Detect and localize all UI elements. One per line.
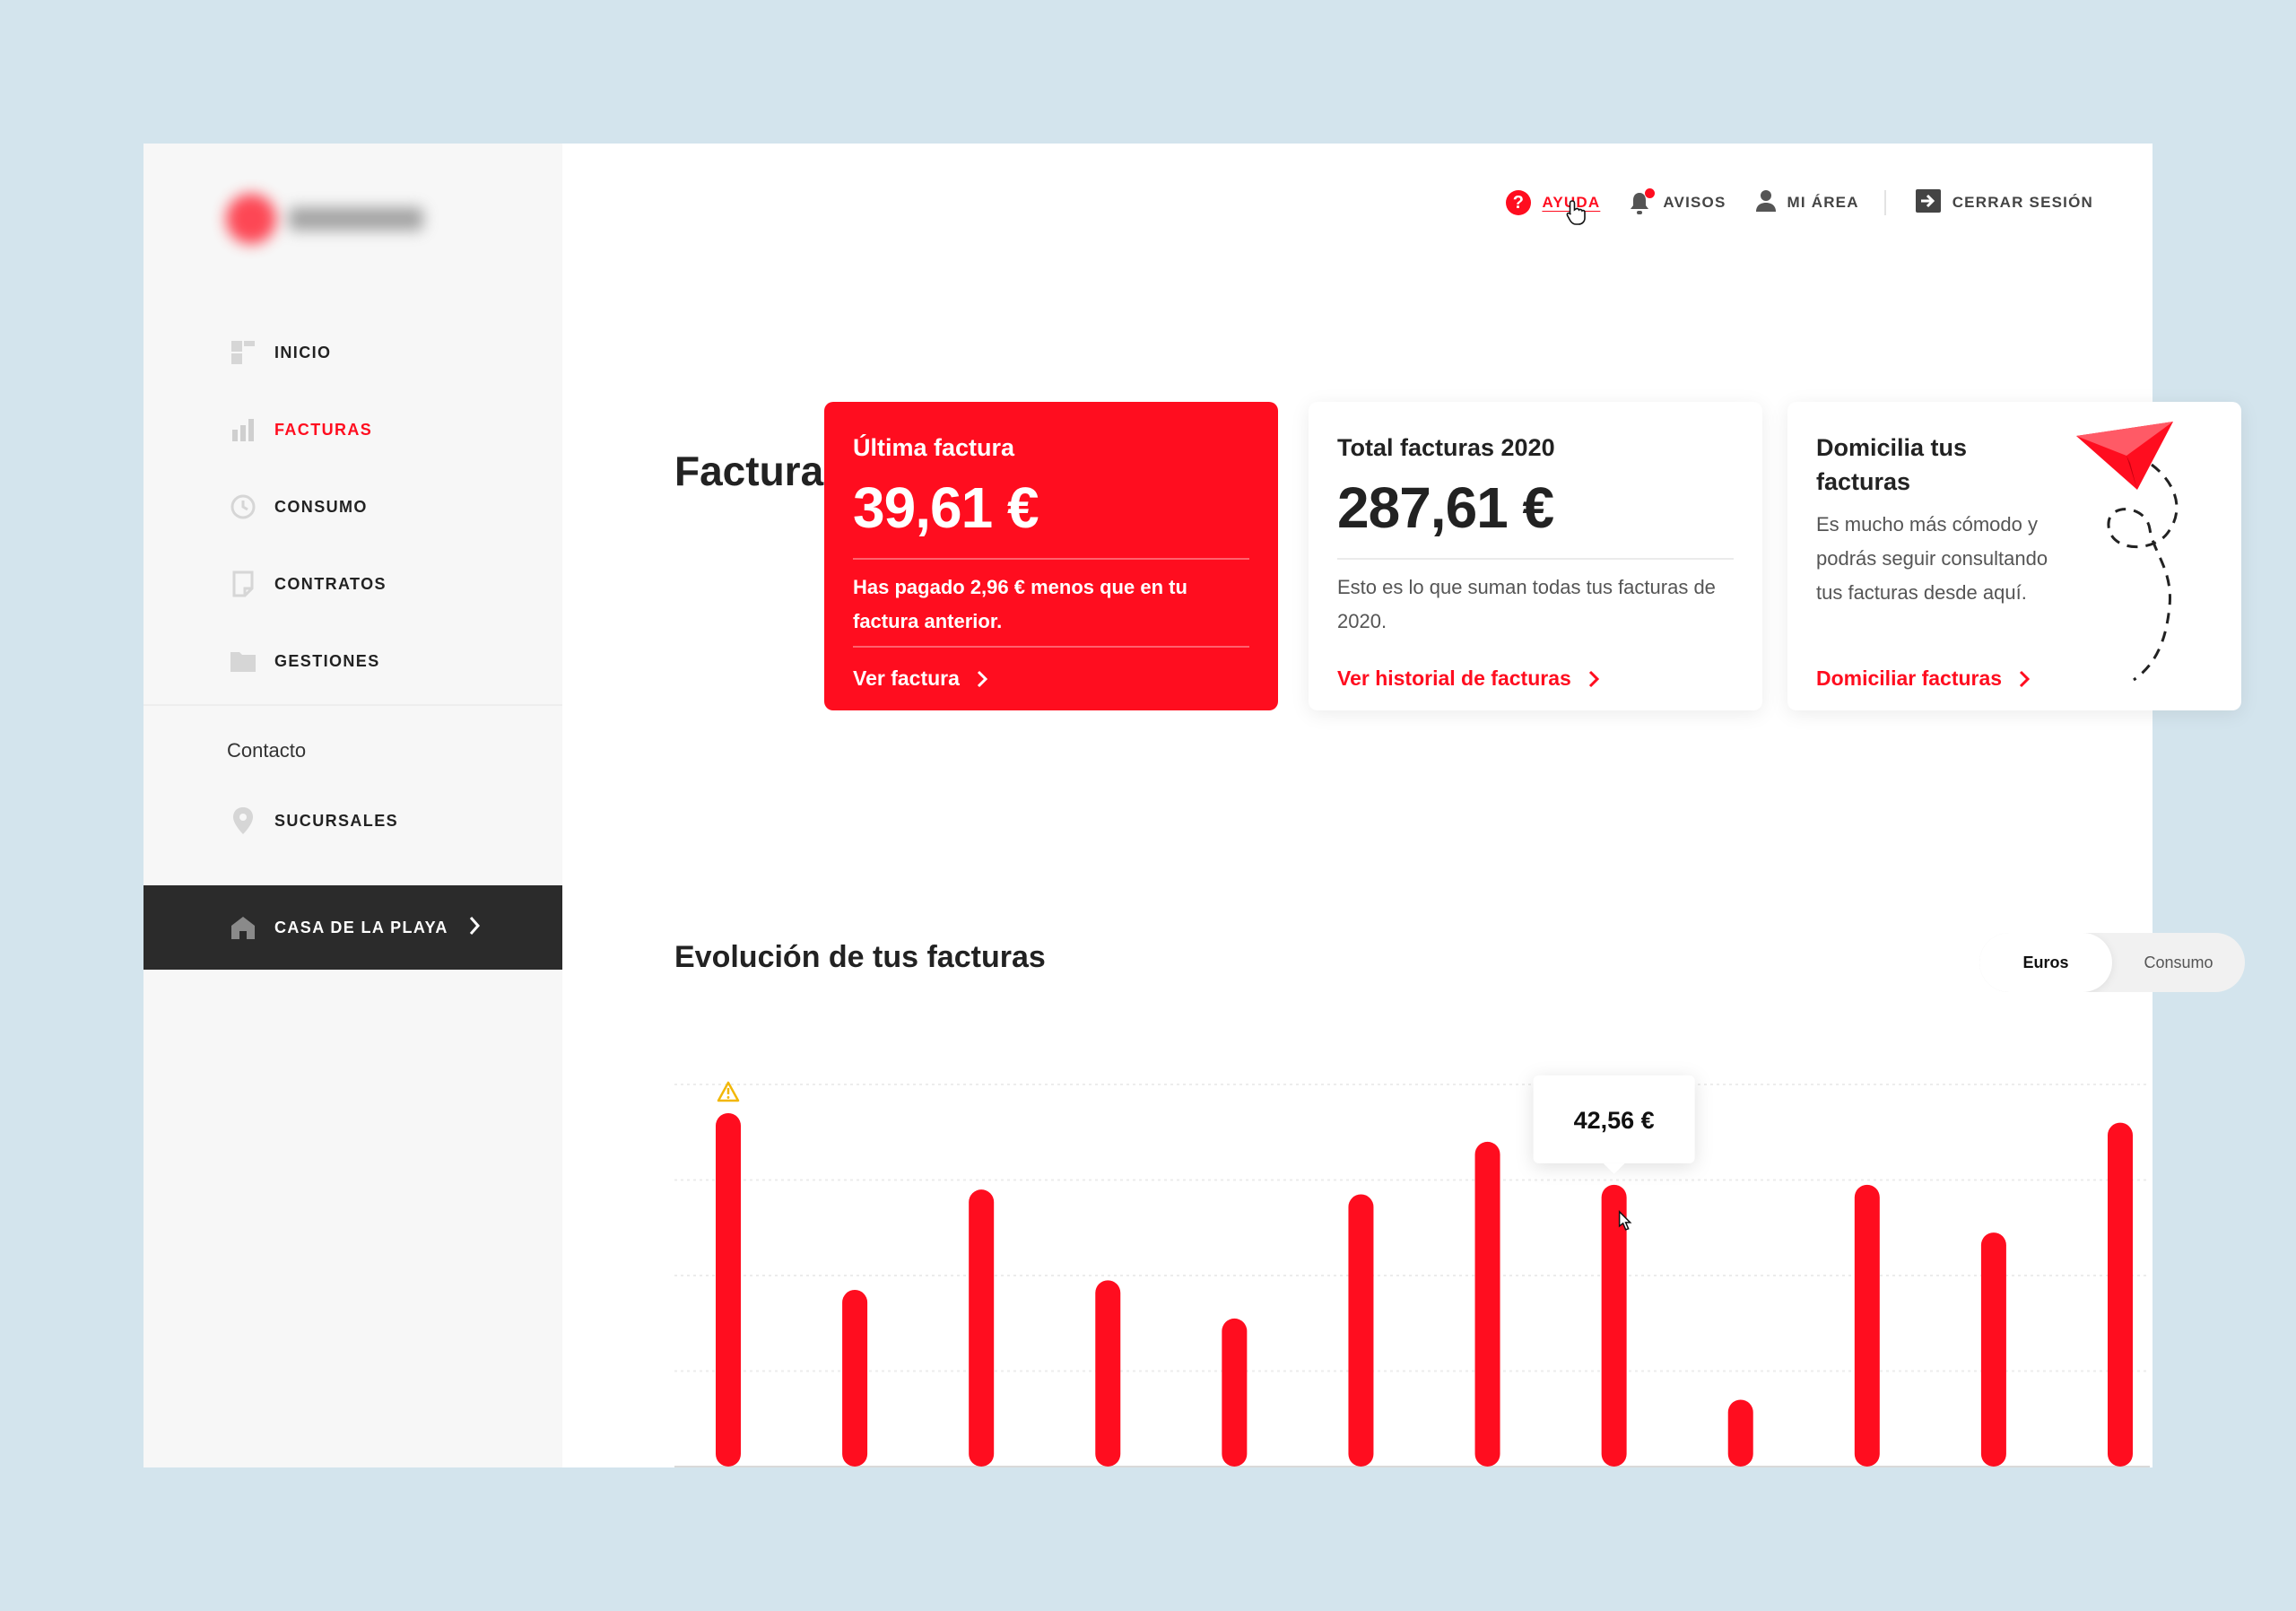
card-divider [853,646,1249,648]
app-window: INICIO FACTURAS CONSUMO CONTRATOS GESTIO… [144,144,2245,1467]
invoices-bar-chart: 20 €40 €60 €80 €EneFebMarAbrMayJunJulAgo… [674,1075,2150,1467]
my-area-link[interactable]: MI ÁREA [1755,189,1859,217]
direct-debit-link[interactable]: Domiciliar facturas [1816,666,2031,691]
property-name: CASA DE LA PLAYA [274,918,448,936]
card-description: Es mucho más cómodo y podrás seguir cons… [1816,513,2048,604]
tooltip-value: 42,56 € [1574,1107,1655,1134]
card-description: Has pagado 2,96 € menos que en tu factur… [853,570,1249,639]
clock-icon [230,493,257,520]
hand-cursor-icon [1566,200,1587,225]
consumo-toggle-button[interactable]: Consumo [2112,933,2245,992]
direct-debit-card: Domicilia tus facturas Es mucho más cómo… [1787,402,2241,710]
folder-icon [230,648,257,675]
bell-icon [1629,188,1656,215]
nav-label: CONTRATOS [274,574,387,593]
chevron-right-icon [977,670,988,687]
logo-wordmark [289,207,423,231]
bar-nov[interactable] [1980,1232,2006,1467]
contact-heading: Contacto [227,739,307,762]
nav-label: INICIO [274,343,332,361]
tooltip-box [1533,1075,1695,1163]
chart-section-title: Evolución de tus facturas [674,940,1046,974]
location-pin-icon [230,807,257,834]
main-nav: INICIO FACTURAS CONSUMO CONTRATOS GESTIO… [230,314,387,700]
user-icon [1755,189,1777,217]
card-amount: 39,61 € [853,475,1039,540]
tooltip-arrow [1603,1163,1625,1174]
nav-item-consumo[interactable]: CONSUMO [230,468,387,545]
bar-may[interactable] [1222,1318,1248,1467]
bar-dic[interactable] [2108,1122,2133,1467]
nav-item-gestiones[interactable]: GESTIONES [230,623,387,700]
link-label: Ver factura [853,666,960,690]
bar-mar[interactable] [969,1189,995,1467]
bar-jul[interactable] [1474,1141,1500,1467]
card-text-part: Has pagado [853,576,970,598]
logo-mark [226,194,276,244]
card-divider [1337,558,1734,560]
nav-item-sucursales[interactable]: SUCURSALES [230,782,398,859]
unit-toggle: Euros Consumo [1979,933,2245,992]
view-invoice-link[interactable]: Ver factura [853,666,988,691]
my-area-label: MI ÁREA [1787,194,1859,211]
sidebar: INICIO FACTURAS CONSUMO CONTRATOS GESTIO… [144,144,562,1467]
card-title: Total facturas 2020 [1337,434,1555,461]
nav-item-facturas[interactable]: FACTURAS [230,391,387,468]
bar-abr[interactable] [1095,1280,1121,1467]
link-label: Domiciliar facturas [1816,666,2003,690]
bar-oct[interactable] [1854,1184,1880,1467]
nav-label: CONSUMO [274,497,368,516]
card-title: Última factura [853,434,1015,461]
euros-toggle-button[interactable]: Euros [1979,933,2112,992]
nav-label: SUCURSALES [274,811,399,830]
card-description: Esto es lo que suman todas tus facturas … [1337,576,1716,632]
logout-label: CERRAR SESIÓN [1952,194,2093,211]
nav-label: GESTIONES [274,651,380,670]
card-text-highlight: 2,96 € [970,576,1025,598]
brand-logo[interactable] [226,187,432,251]
logout-icon [1915,188,1942,218]
card-divider [853,558,1249,560]
card-title: Domicilia tus facturas [1816,434,1968,495]
dashboard-icon [230,339,257,366]
page-title: Facturas [674,448,847,494]
bar-chart-icon [230,416,257,443]
nav-item-inicio[interactable]: INICIO [230,314,387,391]
bar-ago[interactable] [1601,1184,1627,1467]
bar-sep[interactable] [1727,1399,1753,1467]
link-label: Ver historial de facturas [1337,666,1571,690]
bar-jun[interactable] [1348,1194,1374,1467]
nav-item-contratos[interactable]: CONTRATOS [230,545,387,623]
bar-ene[interactable] [716,1112,741,1467]
warning-icon [717,1081,740,1102]
sidebar-divider [144,704,562,706]
chevron-right-icon [2020,670,2031,687]
chevron-right-icon [466,914,483,942]
help-icon: ? [1506,190,1532,215]
last-invoice-card: Última factura 39,61 € Has pagado 2,96 €… [824,402,1278,710]
alerts-label: AVISOS [1663,194,1726,211]
card-amount: 287,61 € [1337,475,1554,540]
chevron-right-icon [1588,670,1599,687]
bar-feb[interactable] [842,1289,868,1467]
paper-plane-icon [2076,422,2179,682]
logout-link[interactable]: CERRAR SESIÓN [1915,188,2093,218]
home-icon [230,914,257,941]
invoice-history-link[interactable]: Ver historial de facturas [1337,666,1600,691]
main-content: ? AYUDA AVISOS MI ÁREA [562,144,2245,1467]
alerts-link[interactable]: AVISOS [1629,188,1726,215]
toolbar-divider [1883,190,1886,215]
property-selector[interactable]: CASA DE LA PLAYA [144,885,562,970]
document-icon [230,570,257,597]
help-link[interactable]: ? AYUDA [1506,190,1600,225]
top-toolbar: ? AYUDA AVISOS MI ÁREA [1477,188,2093,225]
total-invoices-card: Total facturas 2020 287,61 € Esto es lo … [1309,402,1762,710]
notification-dot [1645,188,1656,198]
nav-label: FACTURAS [274,420,373,439]
